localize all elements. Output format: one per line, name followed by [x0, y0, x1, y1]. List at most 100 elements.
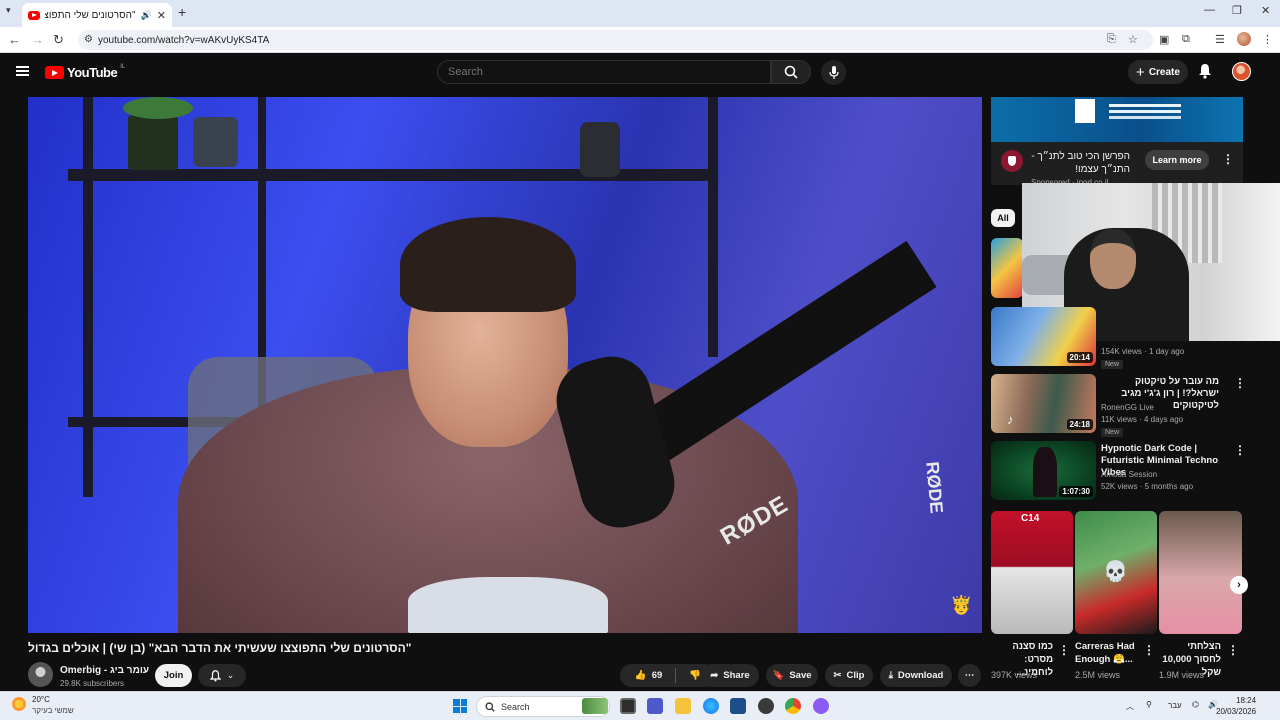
thumbnail-figure	[1033, 447, 1057, 497]
vase	[193, 117, 238, 167]
reload-icon[interactable]: ↻	[53, 32, 64, 48]
app-icon[interactable]	[758, 698, 774, 714]
subscriber-count: 29.8K subscribers	[60, 679, 125, 688]
browser-menu-icon[interactable]: ⋮	[1262, 33, 1273, 46]
notifications-bell-icon[interactable]	[1198, 63, 1212, 79]
keyboard-language[interactable]: עבר	[1168, 701, 1182, 710]
account-avatar[interactable]	[1232, 62, 1251, 81]
youtube-logo[interactable]: YouTube IL	[45, 64, 125, 80]
learn-more-button[interactable]: Learn more	[1145, 150, 1209, 170]
search-box	[437, 60, 771, 84]
install-app-icon[interactable]: ⎘	[1107, 33, 1116, 46]
system-clock[interactable]: 18:24 20/03/2026	[1216, 695, 1256, 717]
video-thumbnail[interactable]: 1:07:30	[991, 441, 1096, 500]
extension-icon[interactable]: ▣	[1159, 33, 1169, 46]
search-icon	[485, 701, 495, 712]
menu-icon[interactable]	[16, 66, 29, 76]
video-more-icon[interactable]: ⋮	[1234, 444, 1246, 456]
channel-watermark-icon[interactable]: 🤴	[950, 595, 972, 616]
location-icon[interactable]: ⚲	[1146, 700, 1152, 709]
file-explorer-icon[interactable]	[675, 698, 691, 714]
search-input[interactable]	[438, 61, 770, 83]
join-button[interactable]: Join	[155, 664, 192, 687]
task-view-icon[interactable]	[620, 698, 636, 714]
short-views: 397K views	[991, 670, 1038, 680]
short-more-icon[interactable]: ⋮	[1143, 644, 1155, 656]
teams-icon[interactable]	[647, 698, 663, 714]
share-button[interactable]: ➦ Share	[701, 664, 759, 687]
like-button[interactable]: 👍 69	[627, 664, 670, 687]
close-tab-icon[interactable]: ✕	[157, 9, 166, 22]
video-duration: 1:07:30	[1059, 486, 1093, 497]
create-button[interactable]: + Create	[1128, 60, 1188, 84]
widget-landscape-icon[interactable]	[582, 698, 608, 714]
more-actions-button[interactable]: ⋯	[958, 664, 981, 687]
clip-button[interactable]: ✂ Clip	[825, 664, 873, 687]
subscription-bell-button[interactable]: ⌄	[198, 664, 246, 687]
channel-avatar[interactable]	[28, 662, 53, 687]
site-info-icon[interactable]: ⚙	[84, 34, 93, 45]
tiktok-icon: ♪	[1007, 412, 1014, 427]
search-button[interactable]	[771, 60, 811, 84]
advertiser-icon[interactable]	[1001, 150, 1023, 172]
minimize-icon[interactable]: —	[1204, 4, 1215, 16]
short-thumbnail[interactable]	[1159, 511, 1242, 634]
video-thumbnail[interactable]	[991, 238, 1023, 298]
host-hand	[408, 577, 608, 633]
channel-name[interactable]: Omerbig - עומר ביג	[60, 665, 149, 676]
tab-list-icon[interactable]: ▾	[6, 5, 11, 16]
channel-name[interactable]: RonenGG Live	[1101, 403, 1154, 412]
video-thumbnail[interactable]: 20:14	[991, 307, 1096, 366]
short-title[interactable]: Carreras Had Enough 😤...	[1075, 640, 1139, 666]
video-duration: 20:14	[1066, 352, 1093, 363]
windows-start-icon[interactable]	[453, 699, 467, 713]
video-thumbnail[interactable]: ♪ 24:18	[991, 374, 1096, 433]
jar	[580, 122, 620, 177]
download-button[interactable]: ⤓ Download	[880, 664, 952, 687]
speaker-icon[interactable]: 🔊	[141, 10, 152, 21]
new-tab-button[interactable]: +	[178, 4, 186, 20]
shelf-post	[708, 97, 718, 357]
messenger-icon[interactable]	[813, 698, 829, 714]
window-close-icon[interactable]: ✕	[1261, 4, 1270, 17]
clock-date: 20/03/2026	[1216, 707, 1257, 716]
weather-temperature[interactable]: 20°C	[32, 695, 50, 704]
short-more-icon[interactable]: ⋮	[1227, 644, 1239, 656]
search-icon	[784, 65, 798, 79]
ad-banner-image[interactable]	[991, 97, 1243, 142]
mic-arm-brand-label: RØDE	[922, 460, 947, 515]
ad-more-icon[interactable]: ⋮	[1222, 153, 1234, 165]
windows-taskbar: 20°C שמשי בעיקר Search ︿ ⚲ עבר ⌬ 🔊 18:24…	[0, 691, 1280, 720]
chrome-icon[interactable]	[785, 698, 801, 714]
url-text[interactable]: youtube.com/watch?v=wAKvUyKS4TA	[98, 35, 269, 46]
ad-title[interactable]: הפרשן הכי טוב לתנ״ך - התנ״ך עצמו!	[1030, 150, 1130, 176]
video-player[interactable]: RØDE RØDE 🤴	[28, 97, 982, 633]
weather-sun-icon[interactable]	[12, 697, 26, 711]
save-button[interactable]: 🔖 Save	[766, 664, 818, 687]
short-more-icon[interactable]: ⋮	[1058, 644, 1070, 656]
thumbs-up-icon: 👍	[634, 670, 647, 681]
extensions-puzzle-icon[interactable]: ⧉	[1182, 33, 1190, 46]
short-thumbnail[interactable]: C14	[991, 511, 1073, 634]
back-icon[interactable]: ←	[8, 32, 21, 47]
wifi-icon[interactable]: ⌬	[1192, 700, 1199, 709]
maximize-icon[interactable]: ❐	[1232, 4, 1242, 17]
channel-name[interactable]: Amoda Session	[1101, 470, 1157, 479]
address-bar: ← → ↻ ⚙ youtube.com/watch?v=wAKvUyKS4TA …	[0, 27, 1280, 53]
skull-icon: 💀	[1103, 561, 1128, 583]
bookmark-icon: 🔖	[772, 670, 785, 681]
store-icon[interactable]	[730, 698, 746, 714]
voice-search-button[interactable]	[821, 60, 846, 85]
forward-icon[interactable]: →	[31, 32, 44, 47]
shorts-next-arrow-icon[interactable]: ›	[1230, 576, 1248, 594]
active-tab[interactable]: "הסרטונים שלי התפוצצו ש 🔊 ✕	[22, 3, 172, 27]
tray-overflow-icon[interactable]: ︿	[1126, 701, 1134, 712]
short-thumbnail[interactable]: 💀	[1075, 511, 1157, 634]
more-horizontal-icon: ⋯	[964, 670, 975, 681]
bookmark-star-icon[interactable]: ☆	[1128, 33, 1138, 46]
tab-search-icon[interactable]: ☰	[1215, 33, 1225, 46]
video-more-icon[interactable]: ⋮	[1234, 377, 1246, 389]
edge-browser-icon[interactable]	[703, 698, 719, 714]
browser-profile-avatar[interactable]	[1237, 32, 1251, 46]
filter-chip-all[interactable]: All	[991, 209, 1015, 227]
